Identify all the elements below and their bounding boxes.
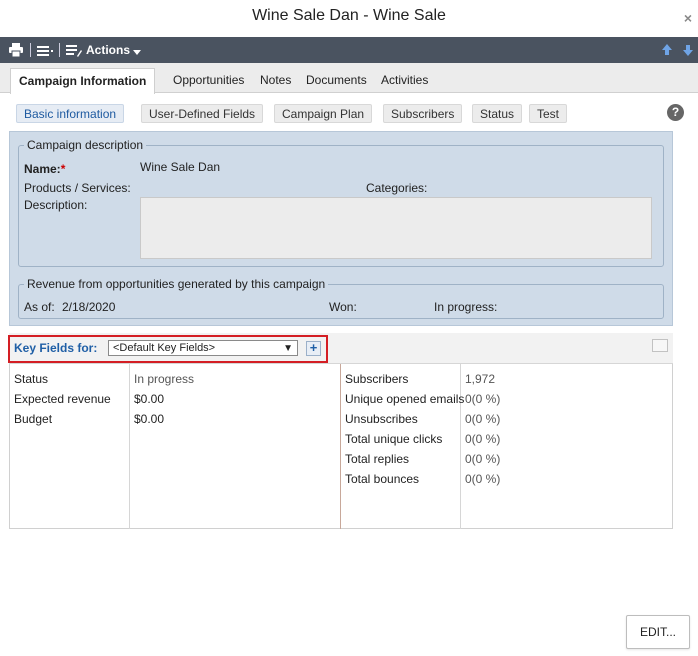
field-label-total-unique-clicks: Total unique clicks [345,432,443,446]
in-progress-label: In progress: [434,300,498,314]
window-title: Wine Sale Dan - Wine Sale [252,7,446,24]
campaign-description-legend: Campaign description [27,138,144,152]
key-fields-highlight [8,335,328,363]
help-icon[interactable]: ? [667,104,684,121]
campaign-panel: Campaign description Name:* Wine Sale Da… [9,131,673,326]
chevron-down-icon [133,49,142,55]
required-mark: * [60,162,66,176]
as-of-value: 2/18/2020 [62,300,116,314]
subtab-basic-information[interactable]: Basic information [16,104,125,123]
description-field[interactable] [140,197,652,259]
subtab-subscribers[interactable]: Subscribers [383,104,463,123]
main-tabs: Campaign Information Opportunities Notes… [0,63,698,94]
field-label-expected-revenue: Expected revenue [14,392,111,406]
field-label-unsubscribes: Unsubscribes [345,412,418,426]
subtab-test[interactable]: Test [529,104,568,123]
column-divider [129,364,130,529]
field-value-total-bounces: 0(0 %) [465,472,501,486]
field-value-total-replies: 0(0 %) [465,452,501,466]
revenue-legend: Revenue from opportunities generated by … [27,277,326,291]
toolbar-separator [30,43,31,57]
as-of-label: As of: [24,300,55,314]
toolbar-separator [59,43,60,57]
won-label: Won: [329,300,357,314]
field-label-budget: Budget [14,412,53,426]
actions-menu-button[interactable]: Actions [66,41,142,59]
tab-activities[interactable]: Activities [375,69,434,93]
field-label-total-bounces: Total bounces [345,472,420,486]
key-fields-grid: Status In progress Expected revenue $0.0… [9,364,673,529]
window-titlebar: Wine Sale Dan - Wine Sale × [0,0,698,37]
field-value-unique-opened-emails: 0(0 %) [465,392,501,406]
products-services-label: Products / Services: [24,181,131,195]
field-label-unique-opened-emails: Unique opened emails [345,392,465,406]
sub-tabs: Basic information User-Defined Fields Ca… [0,93,698,129]
tab-campaign-information[interactable]: Campaign Information [10,68,156,94]
arrow-down-icon[interactable] [682,43,694,57]
name-label: Name:* [24,162,66,176]
categories-label: Categories: [366,181,428,195]
column-divider [460,364,461,529]
field-value-expected-revenue: $0.00 [134,392,165,406]
subtab-status[interactable]: Status [472,104,523,123]
field-value-status: In progress [134,372,195,386]
actions-label: Actions [86,43,131,57]
column-divider [340,364,341,529]
edit-list-icon [66,44,82,57]
field-value-subscribers: 1,972 [465,372,496,386]
field-value-unsubscribes: 0(0 %) [465,412,501,426]
list-icon[interactable] [37,41,53,59]
description-label: Description: [24,198,88,212]
field-value-budget: $0.00 [134,412,165,426]
print-icon[interactable] [8,41,24,59]
tab-documents[interactable]: Documents [300,69,373,93]
field-label-status: Status [14,372,49,386]
field-label-total-replies: Total replies [345,452,410,466]
edit-button[interactable]: EDIT... [626,615,690,649]
field-value-total-unique-clicks: 0(0 %) [465,432,501,446]
tab-notes[interactable]: Notes [254,69,297,93]
arrow-up-icon[interactable] [661,43,673,57]
monitor-icon[interactable] [652,339,668,352]
field-label-subscribers: Subscribers [345,372,409,386]
subtab-user-defined-fields[interactable]: User-Defined Fields [141,104,264,123]
close-icon[interactable]: × [684,10,692,26]
tab-opportunities[interactable]: Opportunities [167,69,250,93]
toolbar: Actions [0,37,698,63]
subtab-campaign-plan[interactable]: Campaign Plan [274,104,373,123]
name-value[interactable]: Wine Sale Dan [140,160,220,174]
